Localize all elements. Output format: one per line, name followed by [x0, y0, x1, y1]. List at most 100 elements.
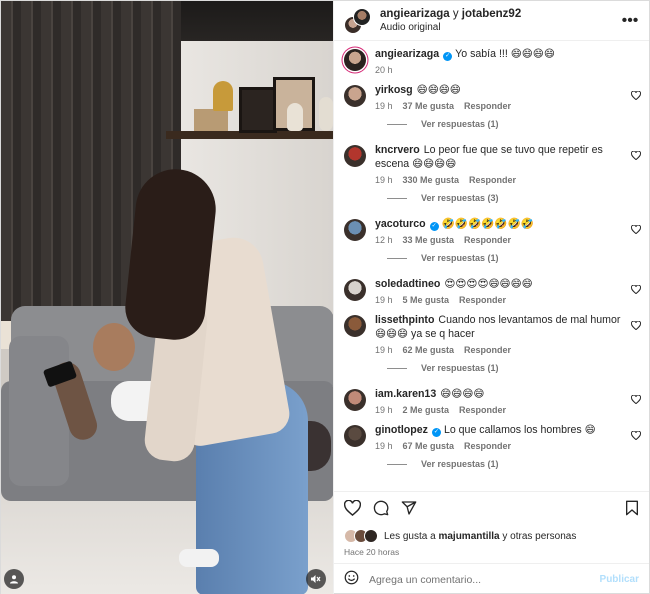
heart-icon[interactable] [631, 430, 641, 443]
heart-icon[interactable] [631, 394, 641, 407]
comment: yacoturco ✓ 🤣🤣🤣🤣🤣🤣🤣 12 h 33 Me gusta Respo… [343, 217, 641, 245]
comment-time[interactable]: 19 h [375, 441, 393, 451]
view-replies-button[interactable]: Ver respuestas (1) [375, 119, 639, 129]
avatar[interactable] [352, 7, 371, 26]
post-side-panel: angiearizaga y jotabenz92 Audio original… [332, 1, 649, 594]
comment-username[interactable]: lissethpinto [375, 314, 434, 326]
avatar[interactable] [343, 145, 366, 167]
send-icon[interactable] [401, 500, 417, 519]
others-link[interactable]: y otras personas [502, 531, 576, 542]
comment-username[interactable]: angiearizaga [375, 48, 439, 60]
verified-icon: ✓ [429, 222, 439, 231]
comment: lissethpinto Cuando nos levantamos de mal… [343, 313, 641, 355]
emoji-icon[interactable] [344, 570, 359, 589]
heart-icon[interactable] [631, 90, 641, 103]
comment-item: soledadtineo 😍😍😍😍😄😄😄😄 19 h 5 Me gusta Res… [343, 277, 641, 305]
tagged-users-icon[interactable] [4, 569, 24, 589]
comment-text: 😄😄😄😄 [416, 84, 461, 96]
comment-item: ginotlopez ✓ Lo que callamos los hombres 😄… [343, 423, 641, 469]
collab-avatars[interactable] [343, 7, 372, 34]
publish-button[interactable]: Publicar [600, 574, 639, 585]
heart-icon[interactable] [631, 150, 641, 163]
comment-time[interactable]: 19 h [375, 101, 393, 111]
avatar[interactable] [343, 85, 366, 107]
bookmark-icon[interactable] [625, 500, 639, 519]
comment-text: 🤣🤣🤣🤣🤣🤣🤣 [441, 218, 534, 230]
view-replies-button[interactable]: Ver respuestas (1) [375, 253, 639, 263]
reply-button[interactable]: Responder [464, 101, 511, 111]
action-bar [333, 491, 649, 527]
comment-likes[interactable]: 62 Me gusta [403, 345, 455, 355]
comment-text: Yo sabía !!! 😄😄😄😄 [455, 48, 555, 60]
comment-username[interactable]: soledadtineo [375, 278, 440, 290]
post-video[interactable] [1, 1, 333, 594]
author-link[interactable]: angiearizaga [380, 8, 450, 20]
view-replies-button[interactable]: Ver respuestas (1) [375, 459, 639, 469]
avatar[interactable] [343, 219, 366, 241]
comment-icon[interactable] [373, 500, 389, 519]
caption: angiearizaga ✓ Yo sabía !!! 😄😄😄😄 20 h [343, 47, 639, 75]
author-link[interactable]: jotabenz92 [462, 8, 521, 20]
heart-icon[interactable] [631, 284, 641, 297]
comment-time[interactable]: 12 h [375, 235, 393, 245]
heart-icon[interactable] [631, 224, 641, 237]
add-comment-bar: Publicar [333, 563, 649, 594]
comment-username[interactable]: kncrvero [375, 144, 420, 156]
comment-item: yacoturco ✓ 🤣🤣🤣🤣🤣🤣🤣 12 h 33 Me gusta Respo… [343, 217, 641, 263]
comment-username[interactable]: yirkosg [375, 84, 413, 96]
video-frame [1, 1, 333, 594]
comment-likes[interactable]: 67 Me gusta [403, 441, 455, 451]
avatar[interactable] [343, 49, 366, 71]
reply-button[interactable]: Responder [459, 405, 506, 415]
comment-time[interactable]: 19 h [375, 295, 393, 305]
avatar[interactable] [343, 389, 366, 411]
reply-button[interactable]: Responder [464, 235, 511, 245]
post-header: angiearizaga y jotabenz92 Audio original… [333, 1, 649, 41]
comment-time[interactable]: 19 h [375, 405, 393, 415]
liker-avatars [343, 529, 380, 543]
comment-likes[interactable]: 5 Me gusta [403, 295, 450, 305]
comment-item: iam.karen13 😄😄😄😄 19 h 2 Me gusta Responde… [343, 387, 641, 415]
more-options-icon[interactable]: ••• [621, 12, 639, 30]
comment: ginotlopez ✓ Lo que callamos los hombres 😄… [343, 423, 641, 451]
comment-text: 😍😍😍😍😄😄😄😄 [444, 278, 533, 290]
comment-text: 😄😄😄😄 [440, 388, 485, 400]
comment-item: kncrvero Lo peor fue que se tuvo que repe… [343, 143, 641, 203]
comment-likes[interactable]: 37 Me gusta [403, 101, 455, 111]
comment-time[interactable]: 19 h [375, 345, 393, 355]
audio-link[interactable]: Audio original [380, 21, 621, 35]
post-dialog: angiearizaga y jotabenz92 Audio original… [0, 0, 650, 594]
comment-item: yirkosg 😄😄😄😄 19 h 37 Me gusta Responder V… [343, 83, 641, 129]
comment-input[interactable] [368, 573, 600, 586]
comment-username[interactable]: yacoturco [375, 218, 426, 230]
comment-likes[interactable]: 2 Me gusta [403, 405, 450, 415]
mute-icon[interactable] [305, 569, 326, 589]
avatar[interactable] [343, 315, 366, 337]
reply-button[interactable]: Responder [469, 175, 516, 185]
comment-time[interactable]: 19 h [375, 175, 393, 185]
comment-username[interactable]: iam.karen13 [375, 388, 436, 400]
heart-icon[interactable] [343, 499, 362, 519]
view-replies-button[interactable]: Ver respuestas (3) [375, 193, 639, 203]
reply-button[interactable]: Responder [464, 441, 511, 451]
view-replies-button[interactable]: Ver respuestas (1) [375, 363, 639, 373]
avatar[interactable] [343, 279, 366, 301]
comments-list[interactable]: angiearizaga ✓ Yo sabía !!! 😄😄😄😄 20 h yirk… [334, 41, 649, 491]
avatar[interactable] [343, 425, 366, 447]
comment-likes[interactable]: 330 Me gusta [403, 175, 460, 185]
comment-item: lissethpinto Cuando nos levantamos de mal… [343, 313, 641, 373]
comment-username[interactable]: ginotlopez [375, 424, 428, 436]
verified-icon: ✓ [443, 52, 453, 61]
comment: kncrvero Lo peor fue que se tuvo que repe… [343, 143, 641, 185]
post-time[interactable]: Hace 20 horas [334, 545, 649, 563]
comment: soledadtineo 😍😍😍😍😄😄😄😄 19 h 5 Me gusta Res… [343, 277, 641, 305]
likes-summary: Les gusta a majumantilla y otras persona… [334, 527, 649, 545]
comment-time[interactable]: 20 h [375, 65, 393, 75]
reply-button[interactable]: Responder [459, 295, 506, 305]
comment: yirkosg 😄😄😄😄 19 h 37 Me gusta Responder [343, 83, 641, 111]
comment-text: Lo que callamos los hombres 😄 [443, 424, 596, 436]
liker-link[interactable]: majumantilla [438, 531, 499, 542]
reply-button[interactable]: Responder [464, 345, 511, 355]
heart-icon[interactable] [631, 320, 641, 333]
comment-likes[interactable]: 33 Me gusta [403, 235, 455, 245]
